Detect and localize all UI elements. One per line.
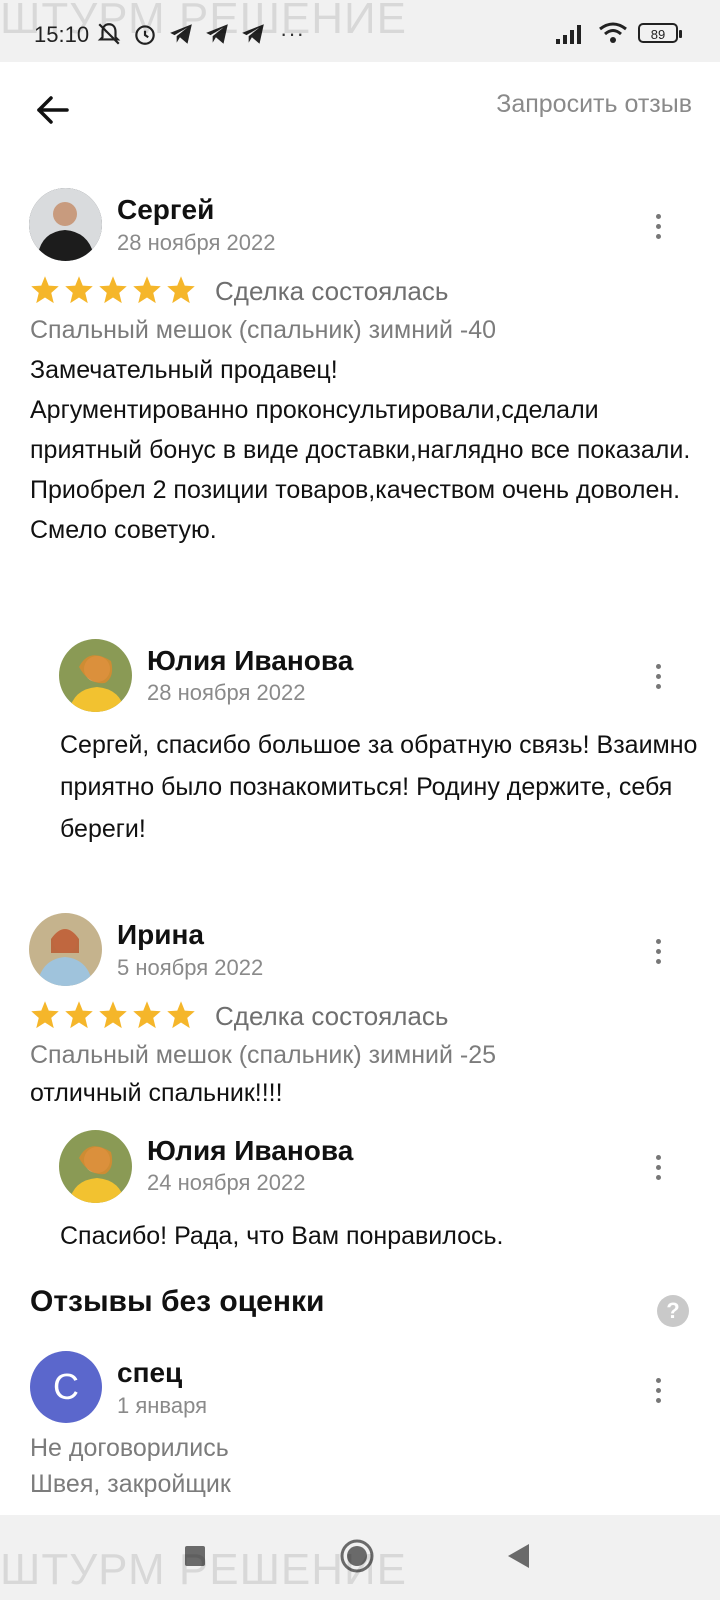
status-notification-icons: ··· — [96, 20, 305, 48]
review-author: Сергей — [117, 194, 215, 225]
circle-icon — [340, 1539, 374, 1573]
reply-date: 24 ноября 2022 — [147, 1170, 306, 1195]
product-name[interactable]: Спальный мешок (спальник) зимний -40 — [30, 316, 496, 345]
deal-status: Сделка состоялась — [215, 1001, 449, 1031]
help-icon[interactable]: ? — [657, 1295, 689, 1327]
star-icon — [167, 276, 195, 304]
status-time: 15:10 — [34, 22, 90, 47]
battery-indicator: 89 — [638, 23, 682, 43]
avatar[interactable] — [59, 639, 132, 712]
star-icon — [133, 276, 161, 304]
star-icon — [167, 1001, 195, 1029]
star-icon — [99, 276, 127, 304]
product-name[interactable]: Спальный мешок (спальник) зимний -25 — [30, 1041, 496, 1070]
star-icon — [99, 1001, 127, 1029]
avatar[interactable]: С — [30, 1351, 102, 1423]
top-bar: Запросить отзыв — [0, 62, 720, 158]
more-options-icon[interactable] — [646, 656, 670, 696]
reply-date: 28 ноября 2022 — [147, 680, 306, 705]
telegram-icon — [206, 24, 228, 44]
system-nav-bar — [0, 1515, 720, 1600]
avatar[interactable] — [59, 1130, 132, 1203]
review-author: спец — [117, 1357, 183, 1388]
request-review-button[interactable]: Запросить отзыв — [496, 90, 692, 119]
review-date: 5 ноября 2022 — [117, 955, 264, 980]
deal-status: Не договорились — [30, 1434, 229, 1462]
more-options-icon[interactable] — [646, 1147, 670, 1187]
review-card: Ирина 5 ноября 2022 Сделка состоялась Сп… — [0, 913, 720, 1253]
star-icon — [31, 276, 59, 304]
reply-text: Сергей, спасибо большое за обратную связ… — [60, 731, 698, 843]
telegram-icon — [242, 24, 264, 44]
review-text: Замечательный продавец! Аргументированно… — [30, 356, 691, 544]
review-card: Сергей 28 ноября 2022 Сделка состоялась … — [0, 188, 720, 848]
alarm-icon — [135, 25, 155, 45]
arrow-left-icon — [37, 96, 69, 124]
review-author: Ирина — [117, 919, 204, 950]
more-options-icon[interactable] — [646, 1370, 670, 1410]
star-icon — [31, 1001, 59, 1029]
square-icon — [185, 1546, 205, 1566]
signal-icon — [556, 25, 581, 44]
status-system-icons: 89 — [554, 21, 682, 45]
telegram-icon — [170, 24, 192, 44]
home-button[interactable] — [334, 1533, 380, 1579]
reply-author: Юлия Иванова — [147, 1135, 354, 1166]
recents-button[interactable] — [172, 1533, 218, 1579]
review-date: 1 января — [117, 1393, 207, 1418]
star-icon — [65, 1001, 93, 1029]
deal-status: Сделка состоялась — [215, 276, 449, 306]
more-notifications-indicator: ··· — [280, 21, 305, 46]
review-date: 28 ноября 2022 — [117, 230, 276, 255]
star-rating — [30, 1000, 196, 1030]
section-title: Отзывы без оценки — [30, 1285, 325, 1318]
mute-icon — [97, 23, 121, 45]
reply-author: Юлия Иванова — [147, 645, 354, 676]
triangle-back-icon — [508, 1544, 529, 1568]
star-rating — [30, 275, 196, 305]
more-options-icon[interactable] — [646, 931, 670, 971]
more-options-icon[interactable] — [646, 206, 670, 246]
star-icon — [65, 276, 93, 304]
status-bar: 15:10 ··· 89 — [0, 0, 720, 62]
wifi-icon — [599, 22, 627, 43]
avatar[interactable] — [29, 913, 102, 986]
back-nav-button[interactable] — [495, 1533, 541, 1579]
category-name: Швея, закройщик — [30, 1470, 231, 1498]
back-button[interactable] — [28, 86, 76, 134]
avatar[interactable] — [29, 188, 102, 261]
review-text: отличный спальник!!!! — [30, 1079, 283, 1107]
reply-text: Спасибо! Рада, что Вам понравилось. — [60, 1222, 504, 1250]
star-icon — [133, 1001, 161, 1029]
